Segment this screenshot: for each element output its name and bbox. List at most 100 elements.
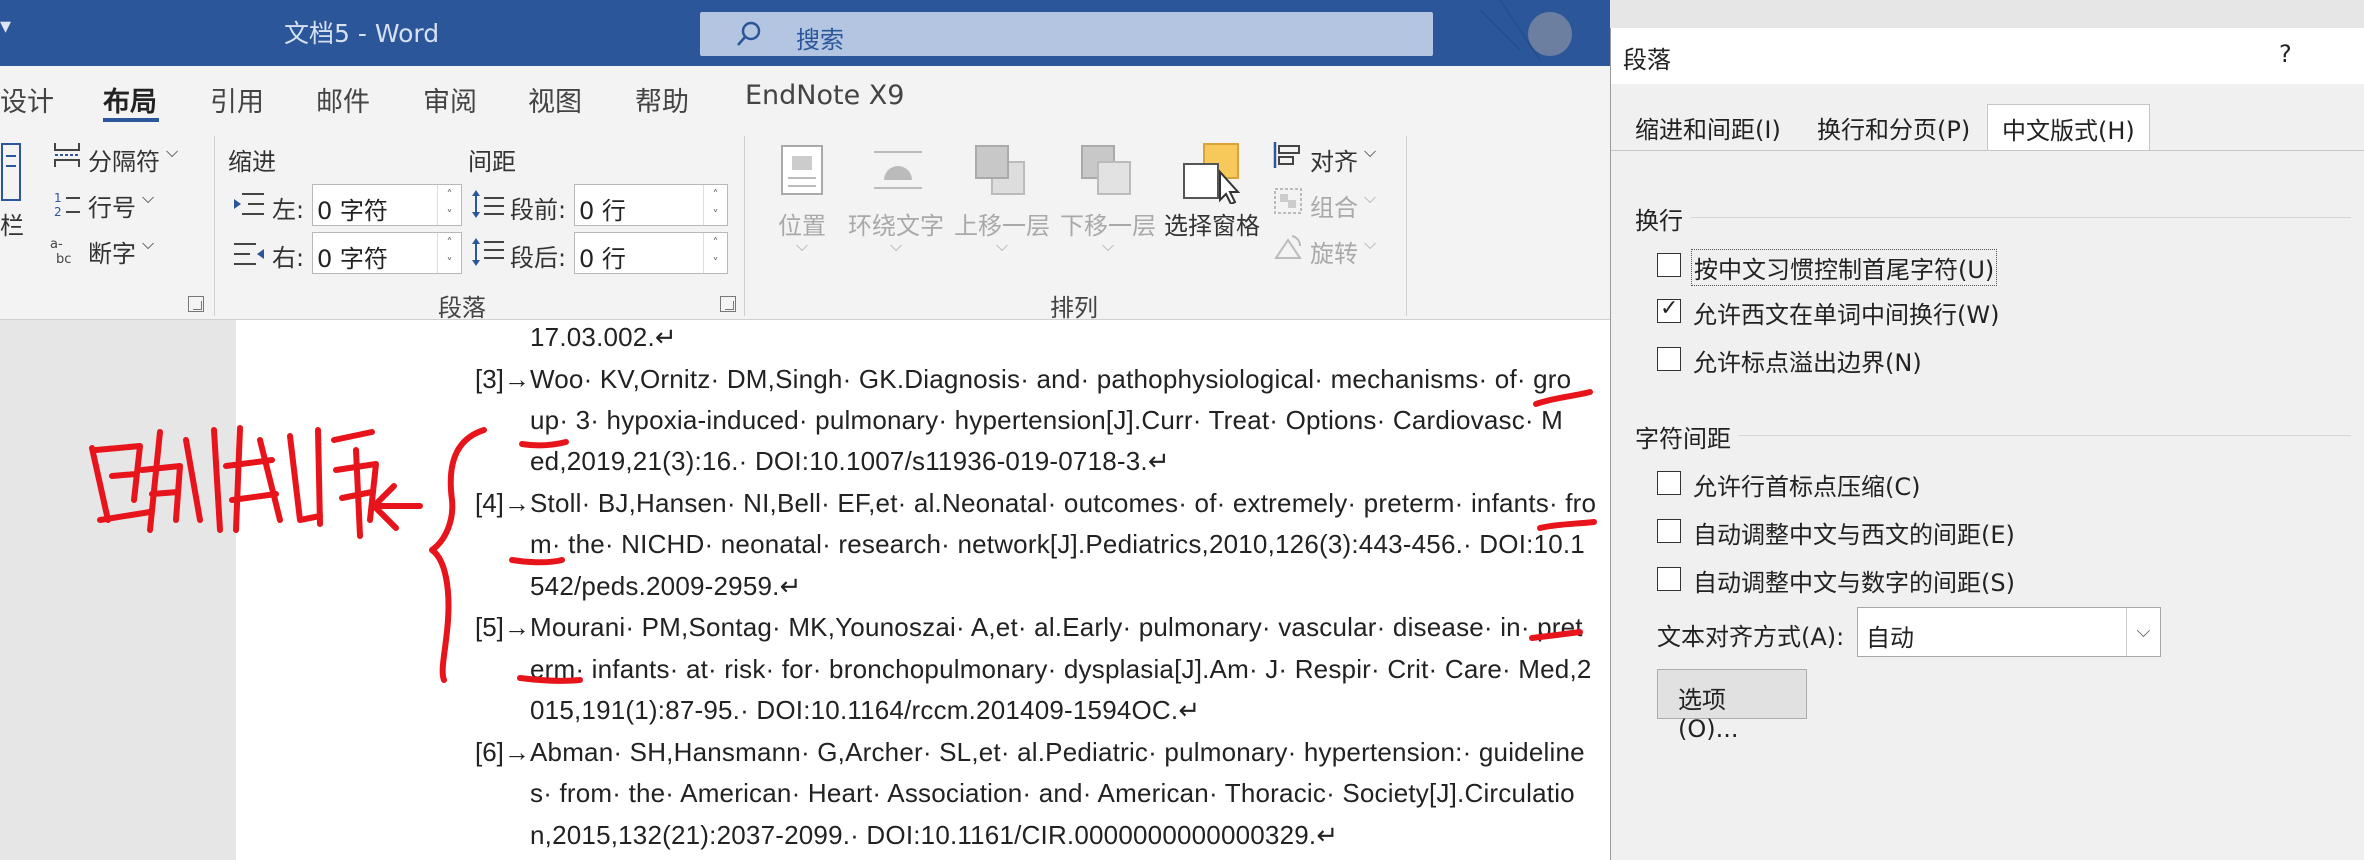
help-icon[interactable]: ? <box>2279 40 2292 68</box>
chk-word-wrap[interactable] <box>1657 296 1681 323</box>
title-bar: ▾ 文档5 - Word 搜索 <box>0 0 1610 66</box>
rotate-dropdown-icon[interactable]: ⌵ <box>1364 234 1376 254</box>
tab-review[interactable]: 审阅 <box>423 80 477 119</box>
group-dropdown-icon[interactable]: ⌵ <box>1364 188 1376 208</box>
tab-endnote[interactable]: EndNote X9 <box>745 80 904 111</box>
page-setup-launcher-icon[interactable] <box>188 296 204 312</box>
reference-line[interactable]: erm· infants· at· risk· for· bronchopulm… <box>530 654 1592 685</box>
text-alignment-select[interactable]: 自动 ⌵ <box>1857 607 2161 657</box>
section-divider <box>1691 217 2351 218</box>
chk-asian-line-break-label[interactable]: 按中文习惯控制首尾字符(U) <box>1691 249 1998 286</box>
indent-right-spinner[interactable]: ˄ ˅ <box>437 233 461 273</box>
tab-line-page-breaks[interactable]: 换行和分页(P) <box>1803 104 1984 150</box>
chk-asian-latin-spacing-label[interactable]: 自动调整中文与西文的间距(E) <box>1693 515 2015 550</box>
align-dropdown-icon[interactable]: ⌵ <box>1364 142 1376 162</box>
dialog-title-bar[interactable]: 段落 ? <box>1611 28 2364 84</box>
reference-number: [3]→ <box>475 364 530 394</box>
chk-compress-punctuation[interactable] <box>1657 471 1681 495</box>
reference-line[interactable]: s· from· the· American· Heart· Associati… <box>530 778 1575 809</box>
reference-line[interactable]: m· the· NICHD· neonatal· research· netwo… <box>530 529 1585 560</box>
selection-pane-button[interactable]: 选择窗格 <box>1164 206 1260 241</box>
reference-line[interactable]: Woo· KV,Ornitz· DM,Singh· GK.Diagnosis· … <box>530 364 1571 395</box>
wrap-text-dropdown-icon[interactable]: ⌵ <box>890 236 902 256</box>
chk-word-wrap-label[interactable]: 允许西文在单词中间换行(W) <box>1693 295 1999 330</box>
svg-text:1: 1 <box>54 191 62 205</box>
chk-hanging-punctuation-label[interactable]: 允许标点溢出边界(N) <box>1693 343 1922 378</box>
tab-view[interactable]: 视图 <box>528 80 582 119</box>
align-icon <box>1273 142 1300 168</box>
group-divider <box>744 136 745 316</box>
chk-hanging-punctuation[interactable] <box>1657 347 1681 371</box>
paragraph-dialog: 段落 ? 缩进和间距(I) 换行和分页(P) 中文版式(H) 换行 按中文习惯控… <box>1610 28 2364 860</box>
hyphenation-dropdown-icon[interactable]: ⌵ <box>142 234 154 254</box>
chevron-down-icon[interactable]: ⌵ <box>2126 608 2160 656</box>
columns-label[interactable]: 栏 <box>0 206 24 241</box>
line-numbers-dropdown-icon[interactable]: ⌵ <box>142 188 154 208</box>
paragraph-launcher-icon[interactable] <box>720 296 736 312</box>
asian-typography-panel: 换行 按中文习惯控制首尾字符(U) 允许西文在单词中间换行(W) 允许标点溢出边… <box>1611 150 2364 860</box>
reference-line[interactable]: ed,2019,21(3):16.· DOI:10.1007/s11936-01… <box>530 446 1170 477</box>
position-icon <box>781 145 823 195</box>
tab-indents-spacing[interactable]: 缩进和间距(I) <box>1621 104 1795 150</box>
chk-compress-punctuation-label[interactable]: 允许行首标点压缩(C) <box>1693 467 1920 502</box>
search-box[interactable]: 搜索 <box>700 12 1433 56</box>
rotate-button[interactable]: 旋转 <box>1310 234 1358 269</box>
rotate-icon <box>1274 235 1302 259</box>
chk-asian-latin-spacing[interactable] <box>1657 519 1681 543</box>
reference-line[interactable]: n,2015,132(21):2037-2099.· DOI:10.1161/C… <box>530 820 1338 851</box>
chk-asian-number-spacing[interactable] <box>1657 567 1681 591</box>
line-numbers-icon: 1 2 <box>54 191 80 218</box>
line-numbers-button[interactable]: 行号 <box>88 188 136 223</box>
dialog-title: 段落 <box>1623 46 1671 74</box>
reference-number: [4]→ <box>475 488 530 518</box>
indent-right-input[interactable]: 0 字符 ˄ ˅ <box>312 232 462 274</box>
columns-icon[interactable] <box>0 142 22 202</box>
bring-forward-icon <box>975 145 1025 195</box>
tab-layout[interactable]: 布局 <box>103 80 157 119</box>
spacing-before-spinner[interactable]: ˄ ˅ <box>703 185 727 225</box>
breaks-icon <box>54 143 80 167</box>
indent-right-icon <box>234 243 264 265</box>
paragraph-group-label: 段落 <box>438 294 486 322</box>
options-button[interactable]: 选项(O)... <box>1657 669 1807 743</box>
indent-left-input[interactable]: 0 字符 ˄ ˅ <box>312 184 462 226</box>
section-divider <box>1739 435 2351 436</box>
indent-left-spinner[interactable]: ˄ ˅ <box>437 185 461 225</box>
tab-asian-typography[interactable]: 中文版式(H) <box>1987 104 2150 150</box>
tab-help[interactable]: 帮助 <box>635 80 689 119</box>
send-backward-dropdown-icon[interactable]: ⌵ <box>1102 236 1114 256</box>
tab-design[interactable]: 设计 <box>0 80 54 119</box>
group-button[interactable]: 组合 <box>1310 188 1358 223</box>
reference-line[interactable]: Abman· SH,Hansmann· G,Archer· SL,et· al.… <box>530 737 1585 768</box>
active-tab-indicator <box>103 118 159 122</box>
svg-text:2: 2 <box>54 205 62 218</box>
reference-line[interactable]: Mourani· PM,Sontag· MK,Younoszai· A,et· … <box>530 612 1583 643</box>
spacing-before-label: 段前: <box>510 196 567 224</box>
chk-asian-number-spacing-label[interactable]: 自动调整中文与数字的间距(S) <box>1693 563 2015 598</box>
indent-right-label: 右: <box>272 244 305 272</box>
spacing-after-spinner[interactable]: ˄ ˅ <box>703 233 727 273</box>
group-divider <box>214 136 215 316</box>
reference-line[interactable]: 015,191(1):87-95.· DOI:10.1164/rccm.2014… <box>530 695 1200 726</box>
spacing-after-value: 0 行 <box>579 245 626 273</box>
breaks-dropdown-icon[interactable]: ⌵ <box>166 142 178 162</box>
reference-line[interactable]: 17.03.002.↵ <box>530 322 677 353</box>
position-dropdown-icon[interactable]: ⌵ <box>796 236 808 256</box>
spacing-before-value: 0 行 <box>579 197 626 225</box>
hyphenation-button[interactable]: 断字 <box>88 234 136 269</box>
align-button[interactable]: 对齐 <box>1310 142 1358 177</box>
search-icon <box>737 21 761 46</box>
quick-access-dropdown-icon[interactable]: ▾ <box>0 14 11 39</box>
breaks-button[interactable]: 分隔符 <box>88 142 160 177</box>
chk-asian-line-break[interactable] <box>1657 253 1681 277</box>
reference-line[interactable]: Stoll· BJ,Hansen· NI,Bell· EF,et· al.Neo… <box>530 488 1596 519</box>
svg-text:bc: bc <box>56 252 71 264</box>
reference-line[interactable]: 542/peds.2009-2959.↵ <box>530 571 802 602</box>
bring-forward-dropdown-icon[interactable]: ⌵ <box>996 236 1008 256</box>
spacing-before-input[interactable]: 0 行 ˄ ˅ <box>574 184 728 226</box>
spacing-after-input[interactable]: 0 行 ˄ ˅ <box>574 232 728 274</box>
reference-line[interactable]: up· 3· hypoxia-induced· pulmonary· hyper… <box>530 405 1563 436</box>
tab-mailings[interactable]: 邮件 <box>316 80 370 119</box>
tab-references[interactable]: 引用 <box>210 80 264 119</box>
spacing-after-icon <box>472 238 504 266</box>
